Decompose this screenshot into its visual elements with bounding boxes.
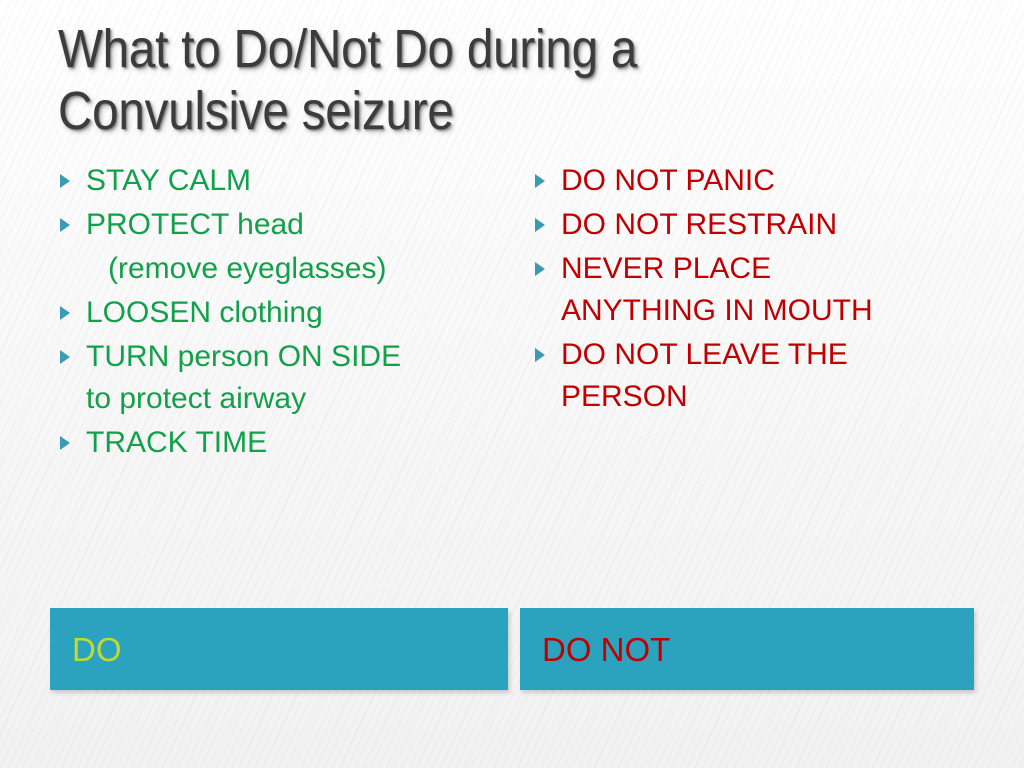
- bullet-triangle-icon: [535, 160, 561, 188]
- do-bullet-text: TURN person ON SIDE to protect airway: [86, 340, 402, 415]
- bullet-triangle-icon: [60, 422, 86, 450]
- list-item: TRACK TIME: [60, 422, 530, 464]
- do-bullet-text: LOOSEN clothing: [86, 296, 323, 329]
- dont-bullet-text: NEVER PLACE ANYTHING IN MOUTH: [561, 252, 873, 327]
- bullet-triangle-icon: [535, 334, 561, 362]
- dont-bullet-text: DO NOT RESTRAIN: [561, 208, 838, 241]
- bullet-triangle-icon: [60, 204, 86, 232]
- list-item: STAY CALM: [60, 160, 530, 202]
- dont-banner: DO NOT: [520, 608, 974, 690]
- list-item: DO NOT PANIC: [535, 160, 1005, 202]
- do-banner-label: DO: [72, 630, 122, 668]
- do-bullet-continuation-text: (remove eyeglasses): [108, 252, 387, 285]
- list-item: LOOSEN clothing: [60, 292, 530, 334]
- do-bullet-text: STAY CALM: [86, 164, 252, 197]
- dont-bullet-text: DO NOT PANIC: [561, 164, 775, 197]
- page-title: What to Do/Not Do during a Convulsive se…: [58, 19, 638, 141]
- list-item: NEVER PLACE ANYTHING IN MOUTH: [535, 248, 1005, 332]
- dont-banner-label: DO NOT: [542, 630, 671, 668]
- dont-column: DO NOT PANIC DO NOT RESTRAIN NEVER PLACE…: [535, 160, 1005, 420]
- bullet-triangle-icon: [535, 248, 561, 276]
- do-column: STAY CALM PROTECT head (remove eyeglasse…: [60, 160, 530, 466]
- list-item: DO NOT RESTRAIN: [535, 204, 1005, 246]
- do-bullet-text: TRACK TIME: [86, 426, 268, 459]
- bullet-triangle-icon: [60, 292, 86, 320]
- do-banner: DO: [50, 608, 508, 690]
- bullet-triangle-icon: [60, 160, 86, 188]
- dont-bullet-text: DO NOT LEAVE THE PERSON: [561, 338, 848, 413]
- list-item-continuation: (remove eyeglasses): [60, 248, 530, 290]
- bullet-triangle-icon: [535, 204, 561, 232]
- slide-canvas: What to Do/Not Do during a Convulsive se…: [0, 0, 1024, 768]
- list-item: PROTECT head: [60, 204, 530, 246]
- bullet-triangle-icon: [60, 336, 86, 364]
- list-item: DO NOT LEAVE THE PERSON: [535, 334, 1005, 418]
- do-bullet-text: PROTECT head: [86, 208, 304, 241]
- list-item: TURN person ON SIDE to protect airway: [60, 336, 530, 420]
